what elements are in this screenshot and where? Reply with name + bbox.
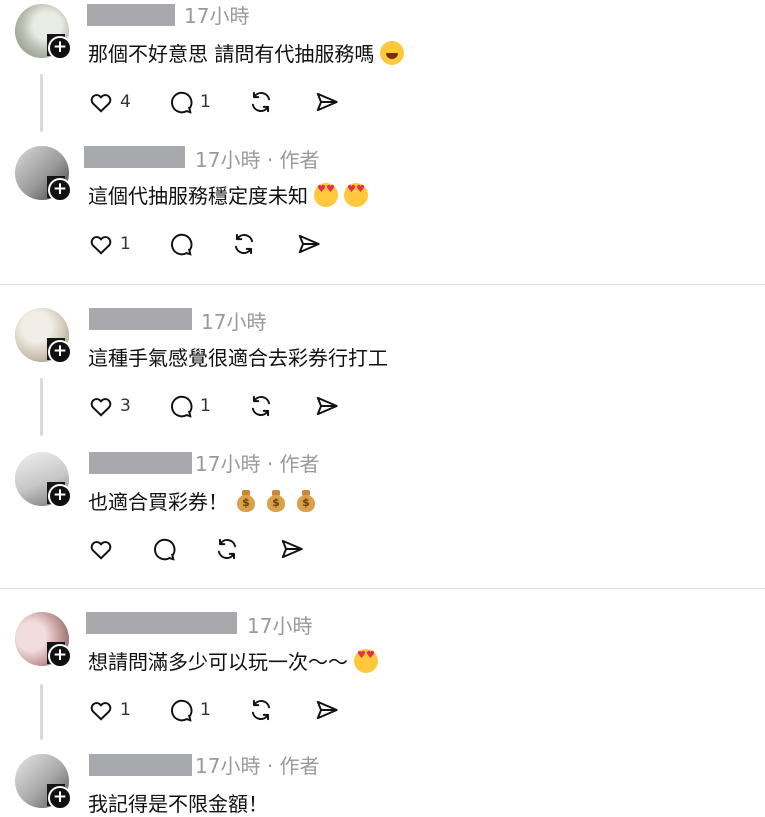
- reply-count: 1: [200, 396, 211, 416]
- reply-button[interactable]: 1: [168, 696, 211, 724]
- follow-plus-icon[interactable]: +: [48, 36, 72, 60]
- thread-divider: [0, 284, 765, 285]
- comment-bubble-icon: [171, 233, 193, 256]
- like-button[interactable]: 1: [88, 696, 131, 724]
- like-count: 1: [120, 700, 131, 720]
- like-button[interactable]: 1: [88, 230, 131, 258]
- thread-line: [40, 684, 43, 740]
- reply-button[interactable]: 1: [168, 88, 211, 116]
- redacted-username[interactable]: [89, 452, 192, 474]
- send-icon: [316, 396, 338, 416]
- heart-eyes-emoji-icon: [344, 183, 368, 207]
- follow-plus-icon[interactable]: +: [48, 178, 72, 202]
- redacted-username[interactable]: [86, 612, 237, 634]
- post-time: 17小時 · 作者: [195, 148, 320, 172]
- share-button[interactable]: [314, 88, 340, 116]
- comment-bubble-icon: [171, 91, 193, 114]
- like-button[interactable]: 4: [88, 88, 131, 116]
- redacted-username[interactable]: [84, 146, 185, 168]
- repost-button[interactable]: [248, 88, 274, 116]
- share-button[interactable]: [314, 392, 340, 420]
- repost-button[interactable]: [214, 535, 240, 563]
- rofl-emoji-icon: [380, 41, 405, 65]
- repost-button[interactable]: [231, 230, 257, 258]
- redacted-username[interactable]: [89, 308, 192, 330]
- share-button[interactable]: [314, 696, 340, 724]
- thread-line: [40, 378, 43, 436]
- heart-eyes-emoji-icon: [354, 649, 378, 673]
- heart-eyes-emoji-icon: [314, 183, 338, 207]
- like-count: 4: [120, 92, 131, 112]
- post-text: 也適合買彩券！: [88, 486, 318, 515]
- comment-bubble-icon: [171, 699, 193, 722]
- post-time: 17小時 · 作者: [195, 452, 320, 476]
- thread-divider: [0, 588, 765, 589]
- repost-icon: [234, 233, 254, 255]
- like-button[interactable]: 3: [88, 392, 131, 420]
- follow-plus-icon[interactable]: +: [48, 786, 72, 810]
- heart-icon: [90, 541, 112, 560]
- post-time: 17小時 · 作者: [195, 754, 320, 778]
- send-icon: [316, 92, 338, 112]
- comment-bubble-icon: [171, 395, 193, 418]
- like-count: 1: [120, 234, 131, 254]
- heart-icon: [90, 702, 112, 721]
- send-icon: [281, 539, 303, 559]
- reply-button[interactable]: [168, 230, 194, 258]
- share-button[interactable]: [279, 535, 305, 563]
- heart-icon: [90, 94, 112, 113]
- post-text: 想請問滿多少可以玩一次～～: [88, 646, 378, 675]
- redacted-username[interactable]: [87, 4, 175, 26]
- follow-plus-icon[interactable]: +: [48, 644, 72, 668]
- send-icon: [316, 700, 338, 720]
- comment-bubble-icon: [154, 538, 176, 561]
- reply-button[interactable]: 1: [168, 392, 211, 420]
- repost-icon: [251, 699, 271, 721]
- post-time: 17小時: [201, 310, 267, 334]
- repost-button[interactable]: [248, 696, 274, 724]
- follow-plus-icon[interactable]: +: [48, 484, 72, 508]
- redacted-username[interactable]: [89, 754, 192, 776]
- post-text: 我記得是不限金額！: [88, 792, 268, 816]
- money-bag-emoji-icon: [234, 489, 258, 513]
- reply-button[interactable]: [151, 535, 177, 563]
- heart-icon: [90, 398, 112, 417]
- repost-icon: [251, 91, 271, 113]
- reply-count: 1: [200, 92, 211, 112]
- post-time: 17小時: [247, 614, 313, 638]
- reply-count: 1: [200, 700, 211, 720]
- repost-icon: [217, 538, 237, 560]
- like-count: 3: [120, 396, 131, 416]
- thread-line: [40, 74, 43, 132]
- post-text: 這個代抽服務穩定度未知: [88, 180, 368, 209]
- like-button[interactable]: [88, 535, 114, 563]
- follow-plus-icon[interactable]: +: [48, 340, 72, 364]
- heart-icon: [90, 236, 112, 255]
- money-bag-emoji-icon: [264, 489, 288, 513]
- send-icon: [298, 234, 320, 254]
- money-bag-emoji-icon: [294, 489, 318, 513]
- repost-button[interactable]: [248, 392, 274, 420]
- post-text: 那個不好意思 請問有代抽服務嗎: [88, 38, 405, 67]
- repost-icon: [251, 395, 271, 417]
- share-button[interactable]: [296, 230, 322, 258]
- post-time: 17小時: [184, 4, 250, 28]
- post-text: 這種手氣感覺很適合去彩券行打工: [88, 346, 388, 370]
